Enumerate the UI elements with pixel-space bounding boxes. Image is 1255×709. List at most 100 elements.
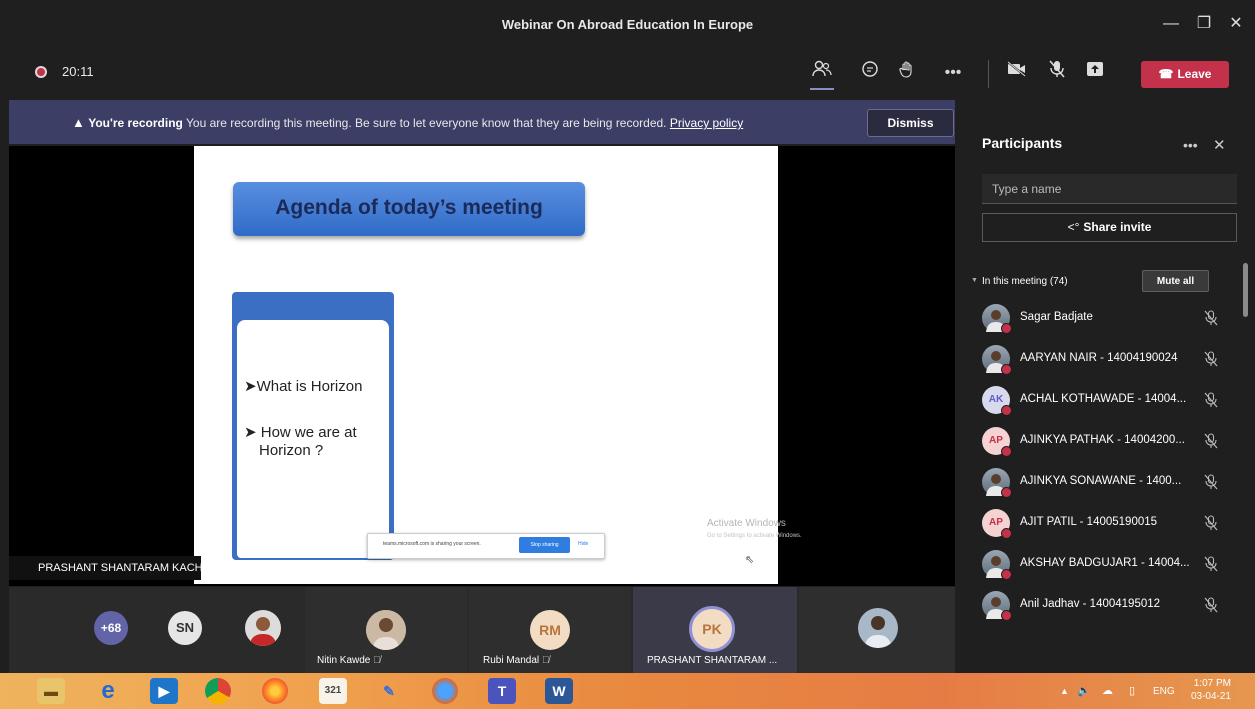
mic-off-icon: 🎙̸ (373, 655, 381, 666)
people-icon (812, 60, 832, 77)
raise-hand-button[interactable] (894, 60, 920, 86)
participant-name: Sagar Badjate (1020, 311, 1093, 323)
tray-chevron-icon[interactable]: ▲ (1060, 686, 1069, 696)
participant-row[interactable]: AJINKYA SONAWANE - 1400... (982, 462, 1232, 502)
tile-name-label: Nitin Kawde 🎙̸ (317, 655, 381, 666)
phone-hangup-icon: ☎ (1158, 67, 1174, 81)
participant-name: Anil Jadhav - 14004195012 (1020, 598, 1161, 610)
share-invite-button[interactable]: <° Share invite (982, 213, 1237, 242)
internet-explorer-icon[interactable]: e (94, 678, 122, 704)
mic-toggle-button[interactable] (1044, 60, 1070, 86)
battery-icon[interactable]: ▯ (1129, 684, 1135, 697)
word-app-icon[interactable]: W (545, 678, 573, 704)
presence-status-icon (1001, 446, 1012, 457)
presence-status-icon (1001, 610, 1012, 621)
in-meeting-header[interactable]: In this meeting (74) (982, 276, 1068, 287)
person-photo-icon (245, 610, 281, 646)
participant-row[interactable]: AK ACHAL KOTHAWADE - 14004... (982, 380, 1232, 420)
chrome-icon[interactable] (205, 678, 231, 704)
active-tab-indicator (810, 88, 834, 90)
recording-indicator-icon (35, 66, 47, 78)
privacy-policy-link[interactable]: Privacy policy (670, 116, 743, 130)
chat-button[interactable] (857, 60, 883, 86)
more-participants-badge[interactable]: +68 (94, 611, 128, 645)
tile-name-label: Rubi Mandal 🎙̸ (483, 655, 550, 666)
collapse-caret-icon[interactable]: ▼ (971, 277, 978, 284)
participant-row[interactable]: AP AJINKYA PATHAK - 14004200... (982, 421, 1232, 461)
hand-icon (899, 61, 912, 78)
participant-row[interactable]: AP AJIT PATIL - 14005190015 (982, 503, 1232, 543)
network-icon[interactable]: ☁ (1102, 684, 1113, 697)
participants-panel-title: Participants (982, 135, 1063, 151)
mic-off-icon (1204, 474, 1218, 493)
close-window-button[interactable]: ✕ (1224, 12, 1248, 36)
clock-time: 1:07 PM (1193, 678, 1231, 689)
more-actions-button[interactable]: ••• (940, 60, 966, 86)
media-player-icon[interactable]: ▶ (150, 678, 178, 704)
chat-icon (862, 61, 878, 77)
participant-name: AJINKYA SONAWANE - 1400... (1020, 475, 1182, 487)
presence-status-icon (1001, 487, 1012, 498)
slide-bullet-2: ➤ How we are at (244, 424, 357, 441)
browser-app-icon[interactable] (432, 678, 458, 704)
mic-off-icon (1204, 433, 1218, 452)
leave-label: Leave (1177, 67, 1212, 81)
slide-title: Agenda of today’s meeting (275, 196, 543, 219)
presence-status-icon (1001, 364, 1012, 375)
paint-app-icon[interactable]: ✎ (375, 678, 403, 704)
participant-row[interactable]: AKSHAY BADGUJAR1 - 14004... (982, 544, 1232, 584)
hide-notification-button[interactable]: Hide (578, 541, 588, 547)
leave-button[interactable]: ☎ Leave (1141, 61, 1229, 88)
firefox-icon[interactable] (262, 678, 288, 704)
presence-status-icon (1001, 323, 1012, 334)
participant-row[interactable]: Sagar Badjate (982, 298, 1232, 338)
mute-all-button[interactable]: Mute all (1142, 270, 1209, 292)
panel-close-icon[interactable]: ✕ (1213, 136, 1226, 154)
share-icon: <° (1067, 220, 1080, 234)
presence-status-icon (1001, 528, 1012, 539)
calendar-app-icon[interactable]: 321 (319, 678, 347, 704)
participant-name: AJINKYA PATHAK - 14004200... (1020, 434, 1185, 446)
activate-windows-subtitle: Go to Settings to activate Windows. (707, 533, 802, 539)
presence-status-icon (1001, 569, 1012, 580)
activate-windows-title: Activate Windows (707, 518, 786, 529)
stop-sharing-button[interactable]: Stop sharing (519, 537, 570, 553)
avatar-sn[interactable]: SN (168, 611, 202, 645)
panel-more-icon[interactable]: ••• (1183, 137, 1198, 153)
camera-off-icon (1007, 61, 1026, 77)
mic-off-icon (1204, 597, 1218, 616)
camera-toggle-button[interactable] (1004, 60, 1030, 86)
file-explorer-icon[interactable]: ▬ (37, 678, 65, 704)
mic-off-icon (1204, 392, 1218, 411)
language-indicator[interactable]: ENG (1153, 686, 1175, 697)
participant-name: AJIT PATIL - 14005190015 (1020, 516, 1158, 528)
share-screen-button[interactable] (1082, 60, 1108, 86)
avatar-photo (366, 610, 406, 650)
mic-off-icon (1049, 60, 1065, 78)
participant-name: AKSHAY BADGUJAR1 - 14004... (1020, 557, 1190, 569)
avatar-photo[interactable] (245, 610, 281, 646)
tile-name-label: PRASHANT SHANTARAM ... (647, 655, 778, 666)
panel-scrollbar[interactable] (1243, 263, 1248, 317)
more-icon: ••• (944, 64, 962, 81)
maximize-button[interactable]: ❐ (1192, 12, 1216, 36)
dismiss-button[interactable]: Dismiss (867, 109, 954, 137)
volume-icon[interactable]: 🔈 (1077, 684, 1091, 697)
mouse-cursor-icon: ⇖ (745, 554, 755, 566)
recording-banner-text: ▲ You're recording You are recording thi… (72, 115, 743, 130)
clock-date: 03-04-21 (1190, 691, 1231, 702)
mic-off-icon (1204, 351, 1218, 370)
slide-bullet-1: ➤What is Horizon (244, 378, 363, 395)
participant-row[interactable]: AARYAN NAIR - 14004190024 (982, 339, 1232, 379)
participant-search-input[interactable] (982, 174, 1237, 204)
participant-row[interactable]: Anil Jadhav - 14004195012 (982, 585, 1232, 625)
avatar-pk: PK (689, 606, 735, 652)
mic-off-icon (1204, 556, 1218, 575)
clock[interactable]: 1:07 PM 03-04-21 (1187, 677, 1231, 703)
recording-banner-message: You are recording this meeting. Be sure … (186, 116, 667, 130)
teams-app-icon[interactable]: T (488, 678, 516, 704)
minimize-button[interactable]: — (1159, 12, 1183, 36)
mic-off-icon (1204, 515, 1218, 534)
participants-toggle-button[interactable] (809, 60, 835, 86)
arrow-bullet-icon: ➤ (244, 378, 257, 395)
